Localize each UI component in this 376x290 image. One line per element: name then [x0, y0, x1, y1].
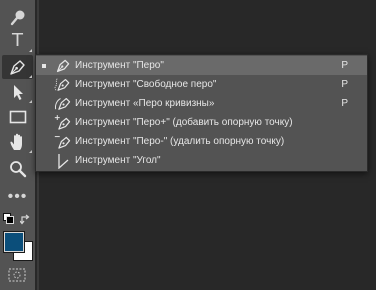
path-selection-tool[interactable]: [2, 80, 33, 104]
selected-marker: [42, 63, 46, 68]
menu-item-curvature-pen-tool[interactable]: Инструмент «Перо кривизны» P: [36, 94, 367, 113]
hand-icon: [9, 132, 27, 152]
freeform-pen-icon: [53, 76, 73, 93]
curvature-pen-icon: [53, 95, 73, 112]
brush-wand-icon: [9, 9, 27, 27]
menu-item-label: Инструмент "Перо": [75, 60, 164, 71]
menu-item-pen-tool[interactable]: Инструмент "Перо" P: [36, 56, 367, 75]
menu-item-add-anchor-point-tool[interactable]: Инструмент "Перо+" (добавить опорную точ…: [36, 113, 367, 132]
pen-tools-flyout-menu: Инструмент "Перо" P Инструмент "Свободно…: [35, 54, 368, 172]
menu-item-freeform-pen-tool[interactable]: Инструмент "Свободное перо" P: [36, 75, 367, 94]
magnifier-icon: [9, 160, 27, 178]
quick-selection-tool[interactable]: [2, 6, 33, 30]
menu-item-delete-anchor-point-tool[interactable]: Инструмент "Перо-" (удалить опорную точк…: [36, 132, 367, 151]
menu-item-label: Инструмент "Угол": [75, 155, 161, 166]
more-tools-indicator: [29, 150, 32, 153]
add-anchor-point-icon: [53, 114, 73, 131]
menu-item-label: Инструмент "Перо-" (удалить опорную точк…: [75, 136, 285, 147]
rectangle-tool[interactable]: [2, 105, 33, 129]
arrow-select-icon: [10, 83, 26, 101]
pen-icon: [8, 57, 28, 77]
menu-item-shortcut: P: [341, 79, 348, 90]
tools-panel: T •••: [0, 0, 35, 290]
pen-icon: [53, 57, 73, 74]
zoom-tool[interactable]: [2, 157, 33, 181]
swap-colors-icon[interactable]: [19, 212, 31, 230]
more-tools-indicator: [29, 75, 32, 78]
type-tool[interactable]: T: [2, 29, 33, 53]
more-tools-indicator: [29, 100, 32, 103]
convert-point-icon: [53, 152, 73, 169]
hand-tool[interactable]: [2, 130, 33, 154]
more-tools-indicator: [29, 49, 32, 52]
menu-item-shortcut: P: [341, 60, 348, 71]
edit-toolbar-button[interactable]: •••: [2, 185, 33, 209]
menu-item-label: Инструмент "Перо+" (добавить опорную точ…: [75, 117, 293, 128]
ellipsis-icon: •••: [7, 188, 28, 205]
menu-item-convert-point-tool[interactable]: Инструмент "Угол": [36, 151, 367, 170]
type-icon: T: [12, 30, 23, 51]
menu-item-shortcut: P: [341, 98, 348, 109]
pen-tool[interactable]: [2, 55, 33, 79]
rectangle-icon: [9, 110, 27, 124]
default-colors-button[interactable]: [3, 213, 14, 224]
menu-item-label: Инструмент «Перо кривизны»: [75, 98, 215, 109]
delete-anchor-point-icon: [53, 133, 73, 150]
foreground-color-swatch[interactable]: [3, 231, 25, 253]
quick-mask-icon[interactable]: [8, 268, 26, 287]
menu-item-label: Инструмент "Свободное перо": [75, 79, 217, 90]
